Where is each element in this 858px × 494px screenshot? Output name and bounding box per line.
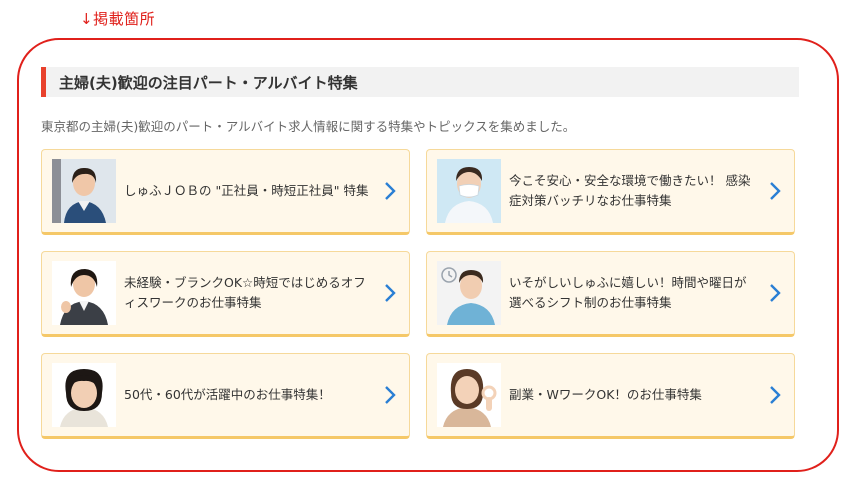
section-header: 主婦(夫)歓迎の注目パート・アルバイト特集 (41, 67, 799, 97)
chevron-right-icon (377, 171, 403, 211)
chevron-right-icon (762, 171, 788, 211)
placement-marker-label: ↓掲載箇所 (80, 10, 156, 28)
chevron-right-icon (762, 375, 788, 415)
feature-card-side-job[interactable]: 副業・WワークOK！のお仕事特集 (426, 353, 795, 439)
card-label: 未経験・ブランクOK☆時短ではじめるオフィスワークのお仕事特集 (124, 275, 366, 310)
section-description: 東京都の主婦(夫)歓迎のパート・アルバイト求人情報に関する特集やトピックスを集め… (41, 119, 576, 134)
card-label: 50代・60代が活躍中のお仕事特集！ (124, 387, 331, 402)
chevron-right-icon (377, 273, 403, 313)
feature-card-50s-60s[interactable]: 50代・60代が活躍中のお仕事特集！ (41, 353, 410, 439)
card-photo (437, 261, 501, 325)
section-title: 主婦(夫)歓迎の注目パート・アルバイト特集 (59, 73, 358, 92)
card-label: 今こそ安心・安全な環境で働きたい！ 感染症対策バッチリなお仕事特集 (509, 173, 751, 208)
card-photo (52, 261, 116, 325)
feature-card-infection-safety[interactable]: 今こそ安心・安全な環境で働きたい！ 感染症対策バッチリなお仕事特集 (426, 149, 795, 235)
chevron-right-icon (762, 273, 788, 313)
card-photo (437, 363, 501, 427)
feature-card-fulltime[interactable]: しゅふＪＯＢの "正社員・時短正社員" 特集 (41, 149, 410, 235)
card-photo (52, 159, 116, 223)
feature-card-shift-work[interactable]: いそがしいしゅふに嬉しい！時間や曜日が選べるシフト制のお仕事特集 (426, 251, 795, 337)
card-label: しゅふＪＯＢの "正社員・時短正社員" 特集 (124, 183, 369, 198)
feature-card-office-work[interactable]: 未経験・ブランクOK☆時短ではじめるオフィスワークのお仕事特集 (41, 251, 410, 337)
card-photo (437, 159, 501, 223)
card-label: 副業・WワークOK！のお仕事特集 (509, 387, 702, 402)
chevron-right-icon (377, 375, 403, 415)
card-label: いそがしいしゅふに嬉しい！時間や曜日が選べるシフト制のお仕事特集 (509, 275, 747, 310)
card-photo (52, 363, 116, 427)
